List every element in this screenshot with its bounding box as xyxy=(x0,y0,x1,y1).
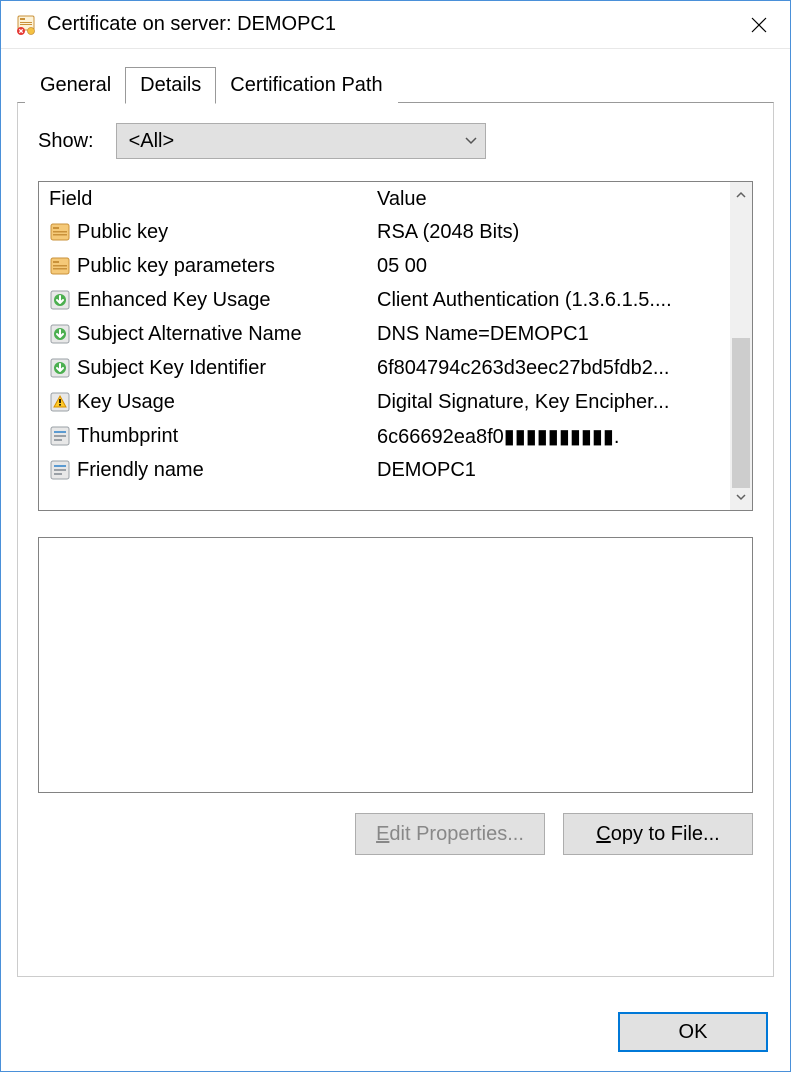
close-button[interactable] xyxy=(736,9,782,41)
scrollbar-vertical[interactable] xyxy=(730,182,752,510)
show-selected-value: <All> xyxy=(129,130,175,153)
ext-warn-icon xyxy=(49,391,71,413)
tab-general[interactable]: General xyxy=(25,67,126,103)
field-row[interactable]: Enhanced Key Usage Client Authentication … xyxy=(49,283,752,317)
tab-details[interactable]: Details xyxy=(125,67,216,104)
certificate-dialog: Certificate on server: DEMOPC1 General D… xyxy=(0,0,791,1072)
prop-icon xyxy=(49,459,71,481)
dialog-content: General Details Certification Path Show:… xyxy=(1,49,790,993)
chevron-up-icon xyxy=(736,190,746,200)
ext-green-icon xyxy=(49,289,71,311)
field-name-label: Subject Alternative Name xyxy=(77,323,302,346)
chevron-down-icon xyxy=(736,492,746,502)
fields-list: Public key RSA (2048 Bits) Public key para… xyxy=(39,215,752,510)
titlebar: Certificate on server: DEMOPC1 xyxy=(1,1,790,49)
field-name-cell: Public key xyxy=(49,221,377,244)
cert-orange-icon xyxy=(49,221,71,243)
chevron-down-icon xyxy=(465,134,477,148)
field-name-cell: Friendly name xyxy=(49,459,377,482)
column-header-field[interactable]: Field xyxy=(49,188,377,211)
field-row[interactable]: Thumbprint 6c66692ea8f0▮▮▮▮▮▮▮▮▮▮. xyxy=(49,419,752,453)
show-row: Show: <All> xyxy=(38,123,753,159)
field-name-label: Friendly name xyxy=(77,459,204,482)
field-row[interactable]: Friendly name DEMOPC1 xyxy=(49,453,752,487)
field-value-cell: DNS Name=DEMOPC1 xyxy=(377,323,752,346)
scrollbar-track[interactable] xyxy=(730,208,752,484)
field-value-cell: 6c66692ea8f0▮▮▮▮▮▮▮▮▮▮. xyxy=(377,424,752,449)
field-name-cell: Subject Key Identifier xyxy=(49,357,377,380)
field-name-cell: Public key parameters xyxy=(49,255,377,278)
window-title: Certificate on server: DEMOPC1 xyxy=(47,13,736,36)
field-name-label: Thumbprint xyxy=(77,425,178,448)
field-value-cell: 05 00 xyxy=(377,255,752,278)
field-name-label: Subject Key Identifier xyxy=(77,357,266,380)
field-value-cell: Client Authentication (1.3.6.1.5.... xyxy=(377,289,752,312)
edit-properties-button: Edit Properties... xyxy=(355,813,545,855)
field-row[interactable]: Public key RSA (2048 Bits) xyxy=(49,215,752,249)
field-name-cell: Thumbprint xyxy=(49,425,377,448)
button-row: Edit Properties... Copy to File... xyxy=(38,813,753,855)
field-value-cell: 6f804794c263d3eec27bd5fdb2... xyxy=(377,357,752,380)
ok-button[interactable]: OK xyxy=(618,1012,768,1052)
field-row[interactable]: Key Usage Digital Signature, Key Encipher… xyxy=(49,385,752,419)
field-detail-textbox[interactable] xyxy=(38,537,753,793)
fields-header: Field Value xyxy=(39,182,752,215)
details-panel: Show: <All> Field Value Public key RSA (2… xyxy=(17,102,774,977)
field-name-label: Public key parameters xyxy=(77,255,275,278)
tab-strip: General Details Certification Path xyxy=(17,67,774,103)
field-name-cell: Key Usage xyxy=(49,391,377,414)
copy-to-file-button[interactable]: Copy to File... xyxy=(563,813,753,855)
field-row[interactable]: Public key parameters 05 00 xyxy=(49,249,752,283)
scroll-up-button[interactable] xyxy=(730,182,752,208)
field-value-cell: DEMOPC1 xyxy=(377,459,752,482)
scrollbar-thumb[interactable] xyxy=(732,338,750,488)
tab-certification-path[interactable]: Certification Path xyxy=(215,67,397,103)
field-row[interactable]: Subject Key Identifier 6f804794c263d3eec2… xyxy=(49,351,752,385)
field-name-cell: Enhanced Key Usage xyxy=(49,289,377,312)
field-name-label: Public key xyxy=(77,221,168,244)
prop-icon xyxy=(49,425,71,447)
field-row[interactable]: Subject Alternative Name DNS Name=DEMOPC1 xyxy=(49,317,752,351)
field-name-cell: Subject Alternative Name xyxy=(49,323,377,346)
ext-green-icon xyxy=(49,323,71,345)
fields-listview: Field Value Public keyRSA (2048 Bits)Pub… xyxy=(38,181,753,511)
field-name-label: Enhanced Key Usage xyxy=(77,289,270,312)
cert-orange-icon xyxy=(49,255,71,277)
field-name-label: Key Usage xyxy=(77,391,175,414)
show-label: Show: xyxy=(38,130,94,153)
column-header-value[interactable]: Value xyxy=(377,188,742,211)
ext-green-icon xyxy=(49,357,71,379)
bottom-bar: OK xyxy=(1,993,790,1071)
field-value-cell: Digital Signature, Key Encipher... xyxy=(377,391,752,414)
certificate-error-icon xyxy=(15,14,37,36)
show-dropdown[interactable]: <All> xyxy=(116,123,486,159)
close-icon xyxy=(751,17,767,33)
field-value-cell: RSA (2048 Bits) xyxy=(377,221,752,244)
